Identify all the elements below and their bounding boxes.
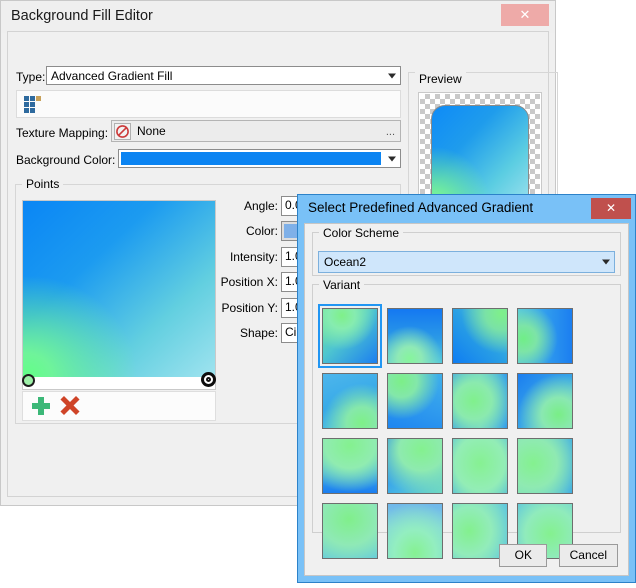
variant-gradient-swatch xyxy=(452,308,508,364)
variant-thumbnail[interactable] xyxy=(448,369,512,433)
select-predefined-gradient-dialog: Select Predefined Advanced Gradient ✕ Co… xyxy=(297,194,636,583)
variant-thumbnail[interactable] xyxy=(318,434,382,498)
variant-gradient-swatch xyxy=(387,308,443,364)
position-x-label: Position X: xyxy=(221,275,278,289)
points-legend: Points xyxy=(22,177,63,191)
color-scheme-value: Ocean2 xyxy=(324,255,366,269)
texture-mapping-label: Texture Mapping: xyxy=(16,126,108,140)
texture-mapping-value: None xyxy=(137,124,166,138)
variant-gradient-swatch xyxy=(322,438,378,494)
close-icon[interactable]: ✕ xyxy=(591,198,631,219)
color-scheme-select[interactable]: Ocean2 xyxy=(318,251,615,273)
gradient-point-handle-selected[interactable] xyxy=(201,372,216,387)
type-label: Type: xyxy=(16,70,45,84)
chevron-down-icon xyxy=(388,156,396,161)
texture-mapping-field[interactable]: None ... xyxy=(111,120,401,142)
variant-gradient-swatch xyxy=(387,503,443,559)
points-toolbar xyxy=(22,391,216,421)
cancel-button[interactable]: Cancel xyxy=(559,544,618,567)
variant-gradient-swatch xyxy=(322,373,378,429)
variant-thumbnail[interactable] xyxy=(513,304,577,368)
variant-thumbnail[interactable] xyxy=(318,499,382,563)
type-select[interactable]: Advanced Gradient Fill xyxy=(46,66,401,85)
intensity-label: Intensity: xyxy=(230,250,278,264)
gradient-preview-surface xyxy=(23,201,215,377)
variant-gradient-swatch xyxy=(387,373,443,429)
ok-button[interactable]: OK xyxy=(499,544,547,567)
variant-thumbnail[interactable] xyxy=(383,304,447,368)
dialog-titlebar: Select Predefined Advanced Gradient ✕ xyxy=(298,195,635,223)
grid-palette-icon[interactable] xyxy=(24,96,42,114)
chevron-down-icon xyxy=(602,260,610,265)
color-scheme-legend: Color Scheme xyxy=(319,226,403,240)
variant-legend: Variant xyxy=(319,278,364,292)
add-point-button[interactable] xyxy=(31,396,51,416)
variant-gradient-swatch xyxy=(517,438,573,494)
background-color-swatch xyxy=(121,152,381,165)
variant-thumbnail[interactable] xyxy=(513,369,577,433)
dialog-body: Color Scheme Ocean2 Variant OK Cancel xyxy=(304,223,629,576)
type-select-value: Advanced Gradient Fill xyxy=(51,69,172,83)
main-window-titlebar: Background Fill Editor ✕ xyxy=(1,1,555,33)
fill-toolbar xyxy=(16,90,401,118)
gradient-point-handle[interactable] xyxy=(22,374,35,387)
delete-point-button[interactable] xyxy=(60,396,80,416)
variant-thumbnail[interactable] xyxy=(318,369,382,433)
no-texture-icon xyxy=(114,123,131,140)
variant-thumbnail[interactable] xyxy=(383,434,447,498)
variant-thumbnail[interactable] xyxy=(513,434,577,498)
dialog-title: Select Predefined Advanced Gradient xyxy=(308,200,533,215)
background-color-label: Background Color: xyxy=(16,153,115,167)
variant-grid xyxy=(318,304,618,563)
chevron-down-icon xyxy=(388,73,396,78)
variant-thumbnail[interactable] xyxy=(448,304,512,368)
variant-gradient-swatch xyxy=(322,308,378,364)
position-y-label: Position Y: xyxy=(222,301,278,315)
variant-thumbnail[interactable] xyxy=(318,304,382,368)
gradient-edit-canvas[interactable] xyxy=(22,200,216,390)
variant-gradient-swatch xyxy=(387,438,443,494)
variant-thumbnail[interactable] xyxy=(448,434,512,498)
color-label: Color: xyxy=(246,224,278,238)
variant-gradient-swatch xyxy=(322,503,378,559)
variant-gradient-swatch xyxy=(517,373,573,429)
shape-label: Shape: xyxy=(240,326,278,340)
dialog-buttons: OK Cancel xyxy=(491,544,618,567)
variant-thumbnail[interactable] xyxy=(383,369,447,433)
variant-gradient-swatch xyxy=(452,438,508,494)
variant-gradient-swatch xyxy=(517,308,573,364)
variant-thumbnail[interactable] xyxy=(383,499,447,563)
preview-legend: Preview xyxy=(415,72,466,86)
variant-gradient-swatch xyxy=(452,373,508,429)
page-title: Background Fill Editor xyxy=(11,8,153,24)
background-color-select[interactable] xyxy=(118,149,401,168)
close-icon[interactable]: ✕ xyxy=(501,4,549,26)
angle-label: Angle: xyxy=(244,199,278,213)
texture-browse-button[interactable]: ... xyxy=(386,126,395,138)
